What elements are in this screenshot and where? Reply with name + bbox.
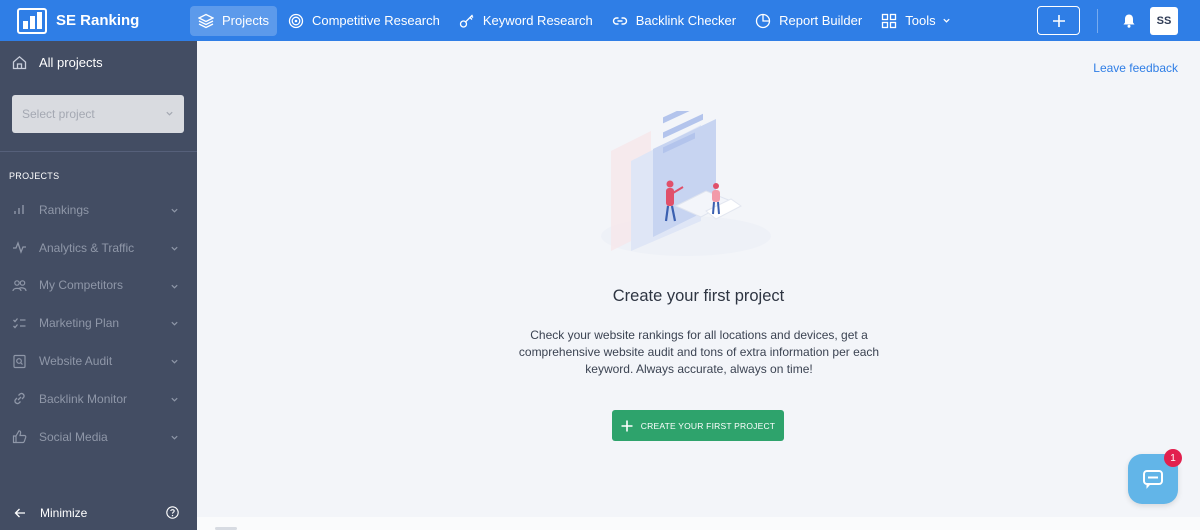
key-icon	[459, 14, 474, 28]
leave-feedback-link[interactable]: Leave feedback	[1093, 61, 1178, 75]
sidebar-item-label: Analytics & Traffic	[39, 240, 135, 255]
nav-report-builder-label: Report Builder	[779, 13, 863, 28]
users-icon	[12, 280, 27, 292]
plus-icon	[1052, 14, 1065, 27]
pulse-icon	[13, 241, 26, 255]
chevron-down-icon	[171, 359, 178, 364]
bar-chart-icon	[14, 205, 24, 215]
empty-state-illustration	[601, 111, 771, 256]
all-projects-link[interactable]: All projects	[0, 41, 197, 83]
sidebar-section-heading: PROJECTS	[9, 171, 60, 181]
target-icon	[288, 13, 304, 28]
top-divider	[1097, 8, 1098, 33]
empty-state-title: Create your first project	[612, 287, 785, 305]
plus-icon	[621, 420, 633, 431]
pie-icon	[755, 13, 771, 28]
bottom-strip	[197, 517, 1200, 530]
sidebar-item-rankings[interactable]: Rankings	[0, 191, 197, 229]
nav-projects[interactable]: Projects	[190, 5, 277, 36]
nav-report-builder[interactable]: Report Builder	[747, 6, 870, 36]
sidebar-item-analytics-traffic[interactable]: Analytics & Traffic	[0, 229, 197, 267]
project-select[interactable]: Select project	[12, 95, 184, 133]
sidebar-item-label: Marketing Plan	[39, 316, 120, 331]
layers-icon	[198, 13, 214, 28]
top-bar: SE Ranking Projects Competitive Research…	[0, 0, 1200, 41]
nav-competitive-research-label: Competitive Research	[311, 13, 440, 28]
minimize-sidebar-button[interactable]: Minimize	[0, 496, 197, 530]
sidebar-item-label: Rankings	[39, 202, 90, 217]
sidebar-item-label: Social Media	[39, 429, 108, 444]
sidebar-item-social-media[interactable]: Social Media	[0, 418, 197, 456]
main-nav: Projects Competitive Research Keyword Re…	[190, 0, 962, 41]
create-project-label: CREATE YOUR FIRST PROJECT	[640, 420, 776, 431]
avatar[interactable]: SS	[1150, 6, 1178, 35]
sidebar-item-label: Website Audit	[39, 354, 113, 369]
checklist-icon	[13, 317, 26, 329]
top-right-controls: SS	[1037, 0, 1200, 41]
minimize-label: Minimize	[40, 506, 88, 520]
link-icon	[14, 393, 25, 405]
all-projects-label: All projects	[39, 54, 103, 70]
brand-name: SE Ranking	[56, 12, 140, 29]
nav-projects-label: Projects	[222, 13, 269, 28]
sidebar-divider	[0, 151, 197, 152]
chevron-down-icon	[171, 322, 178, 327]
nav-competitive-research[interactable]: Competitive Research	[280, 6, 448, 36]
sidebar-item-marketing-plan[interactable]: Marketing Plan	[0, 304, 197, 342]
create-project-button[interactable]: CREATE YOUR FIRST PROJECT	[612, 410, 784, 441]
notifications-button[interactable]	[1122, 13, 1136, 28]
chevron-down-icon	[171, 397, 178, 402]
nav-backlink-checker-label: Backlink Checker	[635, 13, 737, 28]
sidebar-item-website-audit[interactable]: Website Audit	[0, 342, 197, 380]
chat-notification-badge: 1	[1164, 449, 1182, 467]
chevron-down-icon	[171, 284, 178, 289]
sidebar-item-my-competitors[interactable]: My Competitors	[0, 267, 197, 305]
sidebar-item-label: Backlink Monitor	[39, 391, 128, 406]
bell-icon	[1123, 14, 1135, 28]
nav-backlink-checker[interactable]: Backlink Checker	[604, 6, 744, 36]
thumbs-up-icon	[12, 430, 27, 444]
link-icon	[612, 16, 627, 25]
nav-tools[interactable]: Tools	[873, 6, 958, 36]
grid-icon	[882, 13, 897, 28]
sidebar: All projects Select project PROJECTS Ran…	[0, 41, 197, 530]
chevron-down-icon	[171, 208, 178, 213]
sidebar-item-label: My Competitors	[39, 278, 124, 293]
home-icon	[12, 55, 27, 69]
sidebar-item-backlink-monitor[interactable]: Backlink Monitor	[0, 380, 197, 418]
nav-tools-label: Tools	[905, 13, 936, 28]
empty-state-description: Check your website rankings for all loca…	[518, 328, 880, 376]
arrow-left-icon	[14, 508, 25, 518]
chevron-down-icon	[171, 246, 178, 251]
chevron-down-icon	[942, 18, 950, 23]
chevron-down-icon	[166, 111, 173, 116]
add-button[interactable]	[1037, 6, 1080, 35]
chevron-down-icon	[171, 435, 178, 440]
nav-keyword-research-label: Keyword Research	[482, 13, 593, 28]
project-select-placeholder: Select project	[22, 107, 95, 121]
logo-icon	[17, 7, 47, 34]
help-icon[interactable]	[166, 506, 179, 519]
sidebar-nav: Rankings Analytics & Traffic My Competit…	[0, 191, 197, 456]
chat-icon	[1143, 470, 1163, 489]
nav-keyword-research[interactable]: Keyword Research	[451, 6, 601, 36]
main-content: Leave feedback Create your first project…	[197, 41, 1200, 517]
brand-logo[interactable]: SE Ranking	[0, 0, 190, 41]
audit-icon	[13, 354, 26, 368]
